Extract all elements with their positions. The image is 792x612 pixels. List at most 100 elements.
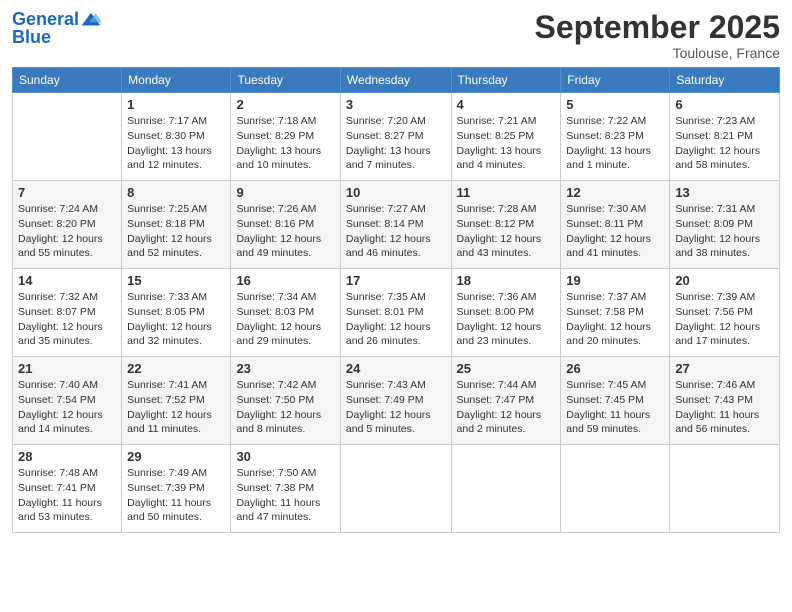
- calendar-cell: 30 Sunrise: 7:50 AM Sunset: 7:38 PM Dayli…: [231, 445, 340, 533]
- header: General Blue September 2025 Toulouse, Fr…: [12, 10, 780, 61]
- calendar-cell: [340, 445, 451, 533]
- week-row-3: 14 Sunrise: 7:32 AM Sunset: 8:07 PM Dayli…: [13, 269, 780, 357]
- day-info: Sunrise: 7:50 AM Sunset: 7:38 PM Dayligh…: [236, 466, 334, 525]
- day-header-monday: Monday: [122, 68, 231, 93]
- day-number: 2: [236, 97, 334, 112]
- day-number: 24: [346, 361, 446, 376]
- calendar-cell: 9Sunrise: 7:26 AM Sunset: 8:16 PM Daylig…: [231, 181, 340, 269]
- day-number: 14: [18, 273, 116, 288]
- location: Toulouse, France: [535, 45, 780, 61]
- day-info: Sunrise: 7:25 AM Sunset: 8:18 PM Dayligh…: [127, 202, 225, 261]
- day-number: 11: [457, 185, 556, 200]
- day-info: Sunrise: 7:35 AM Sunset: 8:01 PM Dayligh…: [346, 290, 446, 349]
- day-info: Sunrise: 7:28 AM Sunset: 8:12 PM Dayligh…: [457, 202, 556, 261]
- calendar-cell: 20Sunrise: 7:39 AM Sunset: 7:56 PM Dayli…: [670, 269, 780, 357]
- calendar-cell: 3Sunrise: 7:20 AM Sunset: 8:27 PM Daylig…: [340, 93, 451, 181]
- day-number: 12: [566, 185, 664, 200]
- day-number: 15: [127, 273, 225, 288]
- calendar-cell: 4 Sunrise: 7:21 AM Sunset: 8:25 PM Daylig…: [451, 93, 561, 181]
- logo: General Blue: [12, 10, 102, 48]
- calendar-cell: [561, 445, 670, 533]
- calendar-cell: 24 Sunrise: 7:43 AM Sunset: 7:49 PM Dayli…: [340, 357, 451, 445]
- day-info: Sunrise: 7:30 AM Sunset: 8:11 PM Dayligh…: [566, 202, 664, 261]
- day-info: Sunrise: 7:39 AM Sunset: 7:56 PM Dayligh…: [675, 290, 774, 349]
- week-row-2: 7Sunrise: 7:24 AM Sunset: 8:20 PM Daylig…: [13, 181, 780, 269]
- calendar-cell: 21 Sunrise: 7:40 AM Sunset: 7:54 PM Dayli…: [13, 357, 122, 445]
- calendar-cell: 2 Sunrise: 7:18 AM Sunset: 8:29 PM Daylig…: [231, 93, 340, 181]
- calendar-cell: 12 Sunrise: 7:30 AM Sunset: 8:11 PM Dayli…: [561, 181, 670, 269]
- month-title: September 2025: [535, 10, 780, 45]
- day-header-friday: Friday: [561, 68, 670, 93]
- calendar-cell: 14 Sunrise: 7:32 AM Sunset: 8:07 PM Dayli…: [13, 269, 122, 357]
- week-row-5: 28 Sunrise: 7:48 AM Sunset: 7:41 PM Dayli…: [13, 445, 780, 533]
- calendar-cell: 8 Sunrise: 7:25 AM Sunset: 8:18 PM Daylig…: [122, 181, 231, 269]
- calendar-cell: 27 Sunrise: 7:46 AM Sunset: 7:43 PM Dayli…: [670, 357, 780, 445]
- day-header-tuesday: Tuesday: [231, 68, 340, 93]
- day-number: 21: [18, 361, 116, 376]
- day-number: 4: [457, 97, 556, 112]
- calendar-cell: 15 Sunrise: 7:33 AM Sunset: 8:05 PM Dayli…: [122, 269, 231, 357]
- day-info: Sunrise: 7:22 AM Sunset: 8:23 PM Dayligh…: [566, 114, 664, 173]
- day-number: 1: [127, 97, 225, 112]
- day-info: Sunrise: 7:45 AM Sunset: 7:45 PM Dayligh…: [566, 378, 664, 437]
- day-info: Sunrise: 7:24 AM Sunset: 8:20 PM Dayligh…: [18, 202, 116, 261]
- day-header-sunday: Sunday: [13, 68, 122, 93]
- calendar-cell: 25Sunrise: 7:44 AM Sunset: 7:47 PM Dayli…: [451, 357, 561, 445]
- day-info: Sunrise: 7:26 AM Sunset: 8:16 PM Dayligh…: [236, 202, 334, 261]
- days-header-row: SundayMondayTuesdayWednesdayThursdayFrid…: [13, 68, 780, 93]
- day-number: 19: [566, 273, 664, 288]
- title-block: September 2025 Toulouse, France: [535, 10, 780, 61]
- calendar-cell: 29 Sunrise: 7:49 AM Sunset: 7:39 PM Dayli…: [122, 445, 231, 533]
- day-info: Sunrise: 7:23 AM Sunset: 8:21 PM Dayligh…: [675, 114, 774, 173]
- day-info: Sunrise: 7:42 AM Sunset: 7:50 PM Dayligh…: [236, 378, 334, 437]
- day-info: Sunrise: 7:31 AM Sunset: 8:09 PM Dayligh…: [675, 202, 774, 261]
- day-info: Sunrise: 7:40 AM Sunset: 7:54 PM Dayligh…: [18, 378, 116, 437]
- day-number: 30: [236, 449, 334, 464]
- day-number: 18: [457, 273, 556, 288]
- day-number: 8: [127, 185, 225, 200]
- day-info: Sunrise: 7:37 AM Sunset: 7:58 PM Dayligh…: [566, 290, 664, 349]
- calendar-cell: 16Sunrise: 7:34 AM Sunset: 8:03 PM Dayli…: [231, 269, 340, 357]
- page-container: General Blue September 2025 Toulouse, Fr…: [0, 0, 792, 541]
- calendar-cell: [670, 445, 780, 533]
- calendar-cell: 23 Sunrise: 7:42 AM Sunset: 7:50 PM Dayli…: [231, 357, 340, 445]
- day-number: 28: [18, 449, 116, 464]
- day-info: Sunrise: 7:46 AM Sunset: 7:43 PM Dayligh…: [675, 378, 774, 437]
- day-info: Sunrise: 7:48 AM Sunset: 7:41 PM Dayligh…: [18, 466, 116, 525]
- day-number: 23: [236, 361, 334, 376]
- day-number: 27: [675, 361, 774, 376]
- day-info: Sunrise: 7:36 AM Sunset: 8:00 PM Dayligh…: [457, 290, 556, 349]
- calendar-cell: 22 Sunrise: 7:41 AM Sunset: 7:52 PM Dayli…: [122, 357, 231, 445]
- calendar-cell: 28 Sunrise: 7:48 AM Sunset: 7:41 PM Dayli…: [13, 445, 122, 533]
- day-number: 17: [346, 273, 446, 288]
- calendar-cell: 6Sunrise: 7:23 AM Sunset: 8:21 PM Daylig…: [670, 93, 780, 181]
- day-info: Sunrise: 7:21 AM Sunset: 8:25 PM Dayligh…: [457, 114, 556, 173]
- calendar-cell: 18 Sunrise: 7:36 AM Sunset: 8:00 PM Dayli…: [451, 269, 561, 357]
- day-info: Sunrise: 7:32 AM Sunset: 8:07 PM Dayligh…: [18, 290, 116, 349]
- day-info: Sunrise: 7:44 AM Sunset: 7:47 PM Dayligh…: [457, 378, 556, 437]
- day-info: Sunrise: 7:18 AM Sunset: 8:29 PM Dayligh…: [236, 114, 334, 173]
- day-info: Sunrise: 7:33 AM Sunset: 8:05 PM Dayligh…: [127, 290, 225, 349]
- day-number: 5: [566, 97, 664, 112]
- week-row-1: 1Sunrise: 7:17 AM Sunset: 8:30 PM Daylig…: [13, 93, 780, 181]
- day-info: Sunrise: 7:34 AM Sunset: 8:03 PM Dayligh…: [236, 290, 334, 349]
- day-number: 22: [127, 361, 225, 376]
- logo-icon: [80, 11, 102, 29]
- day-header-wednesday: Wednesday: [340, 68, 451, 93]
- day-info: Sunrise: 7:49 AM Sunset: 7:39 PM Dayligh…: [127, 466, 225, 525]
- day-header-saturday: Saturday: [670, 68, 780, 93]
- day-number: 29: [127, 449, 225, 464]
- day-number: 13: [675, 185, 774, 200]
- calendar-cell: 7Sunrise: 7:24 AM Sunset: 8:20 PM Daylig…: [13, 181, 122, 269]
- calendar-table: SundayMondayTuesdayWednesdayThursdayFrid…: [12, 67, 780, 533]
- calendar-cell: 26 Sunrise: 7:45 AM Sunset: 7:45 PM Dayli…: [561, 357, 670, 445]
- calendar-cell: 17 Sunrise: 7:35 AM Sunset: 8:01 PM Dayli…: [340, 269, 451, 357]
- calendar-cell: 1Sunrise: 7:17 AM Sunset: 8:30 PM Daylig…: [122, 93, 231, 181]
- calendar-cell: [13, 93, 122, 181]
- calendar-cell: 19 Sunrise: 7:37 AM Sunset: 7:58 PM Dayli…: [561, 269, 670, 357]
- day-info: Sunrise: 7:41 AM Sunset: 7:52 PM Dayligh…: [127, 378, 225, 437]
- day-number: 26: [566, 361, 664, 376]
- day-number: 10: [346, 185, 446, 200]
- calendar-cell: 10Sunrise: 7:27 AM Sunset: 8:14 PM Dayli…: [340, 181, 451, 269]
- day-info: Sunrise: 7:43 AM Sunset: 7:49 PM Dayligh…: [346, 378, 446, 437]
